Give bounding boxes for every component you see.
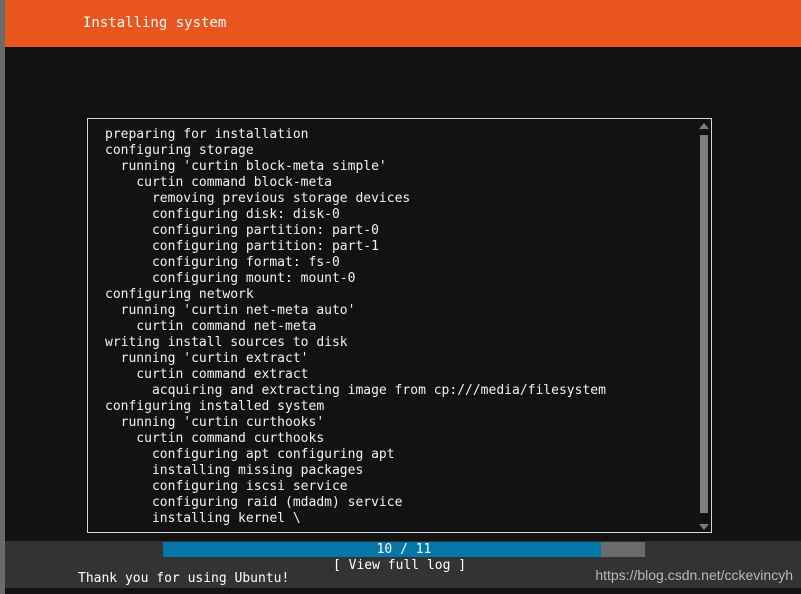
log-line: curtin command curthooks bbox=[105, 431, 325, 446]
page-title: Installing system bbox=[83, 15, 227, 31]
log-line: running 'curtin extract' bbox=[105, 351, 309, 366]
left-edge-gutter bbox=[0, 0, 5, 594]
log-line: configuring disk: disk-0 bbox=[105, 207, 340, 222]
installer-screen: Installing system preparing for installa… bbox=[0, 0, 801, 594]
scroll-up-arrow-icon[interactable] bbox=[699, 123, 709, 129]
view-full-log-button[interactable]: [ View full log ] bbox=[333, 557, 466, 574]
log-line: installing missing packages bbox=[105, 463, 364, 478]
log-line: acquiring and extracting image from cp:/… bbox=[105, 383, 606, 398]
scroll-down-arrow-icon[interactable] bbox=[699, 524, 709, 530]
log-line: installing kernel \ bbox=[105, 511, 301, 526]
log-line: configuring format: fs-0 bbox=[105, 255, 340, 270]
log-line: configuring partition: part-0 bbox=[105, 223, 379, 238]
log-line: running 'curtin net-meta auto' bbox=[105, 303, 356, 318]
log-line: configuring mount: mount-0 bbox=[105, 271, 356, 286]
log-line: curtin command net-meta bbox=[105, 319, 317, 334]
scrollbar-track[interactable] bbox=[698, 134, 710, 520]
log-scrollbar[interactable] bbox=[698, 120, 710, 532]
scrollbar-thumb[interactable] bbox=[700, 135, 708, 513]
log-line: configuring installed system bbox=[105, 399, 325, 414]
log-line: curtin command block-meta bbox=[105, 175, 332, 190]
log-line: removing previous storage devices bbox=[105, 191, 411, 206]
log-line: preparing for installation bbox=[105, 127, 309, 142]
log-line: curtin command extract bbox=[105, 367, 309, 382]
progress-bar-label: 10 / 11 bbox=[376, 542, 432, 557]
log-line: configuring raid (mdadm) service bbox=[105, 495, 403, 510]
log-line: running 'curtin curthooks' bbox=[105, 415, 325, 430]
header-bar: Installing system bbox=[5, 0, 801, 47]
install-progress-bar: 10 / 11 bbox=[163, 542, 645, 557]
install-log-lines: preparing for installation configuring st… bbox=[105, 127, 690, 527]
log-line: configuring iscsi service bbox=[105, 479, 348, 494]
log-line: configuring network bbox=[105, 287, 254, 302]
log-line: configuring storage bbox=[105, 143, 254, 158]
log-line: configuring apt configuring apt bbox=[105, 447, 395, 462]
install-log-panel[interactable]: preparing for installation configuring st… bbox=[87, 118, 712, 533]
log-line: running 'curtin block-meta simple' bbox=[105, 159, 387, 174]
main-content-area: preparing for installation configuring st… bbox=[0, 47, 801, 573]
footer-message: Thank you for using Ubuntu! bbox=[78, 571, 290, 586]
log-line: configuring partition: part-1 bbox=[105, 239, 379, 254]
log-line: writing install sources to disk bbox=[105, 335, 348, 350]
watermark-text: https://blog.csdn.net/cckevincyh bbox=[595, 567, 793, 583]
